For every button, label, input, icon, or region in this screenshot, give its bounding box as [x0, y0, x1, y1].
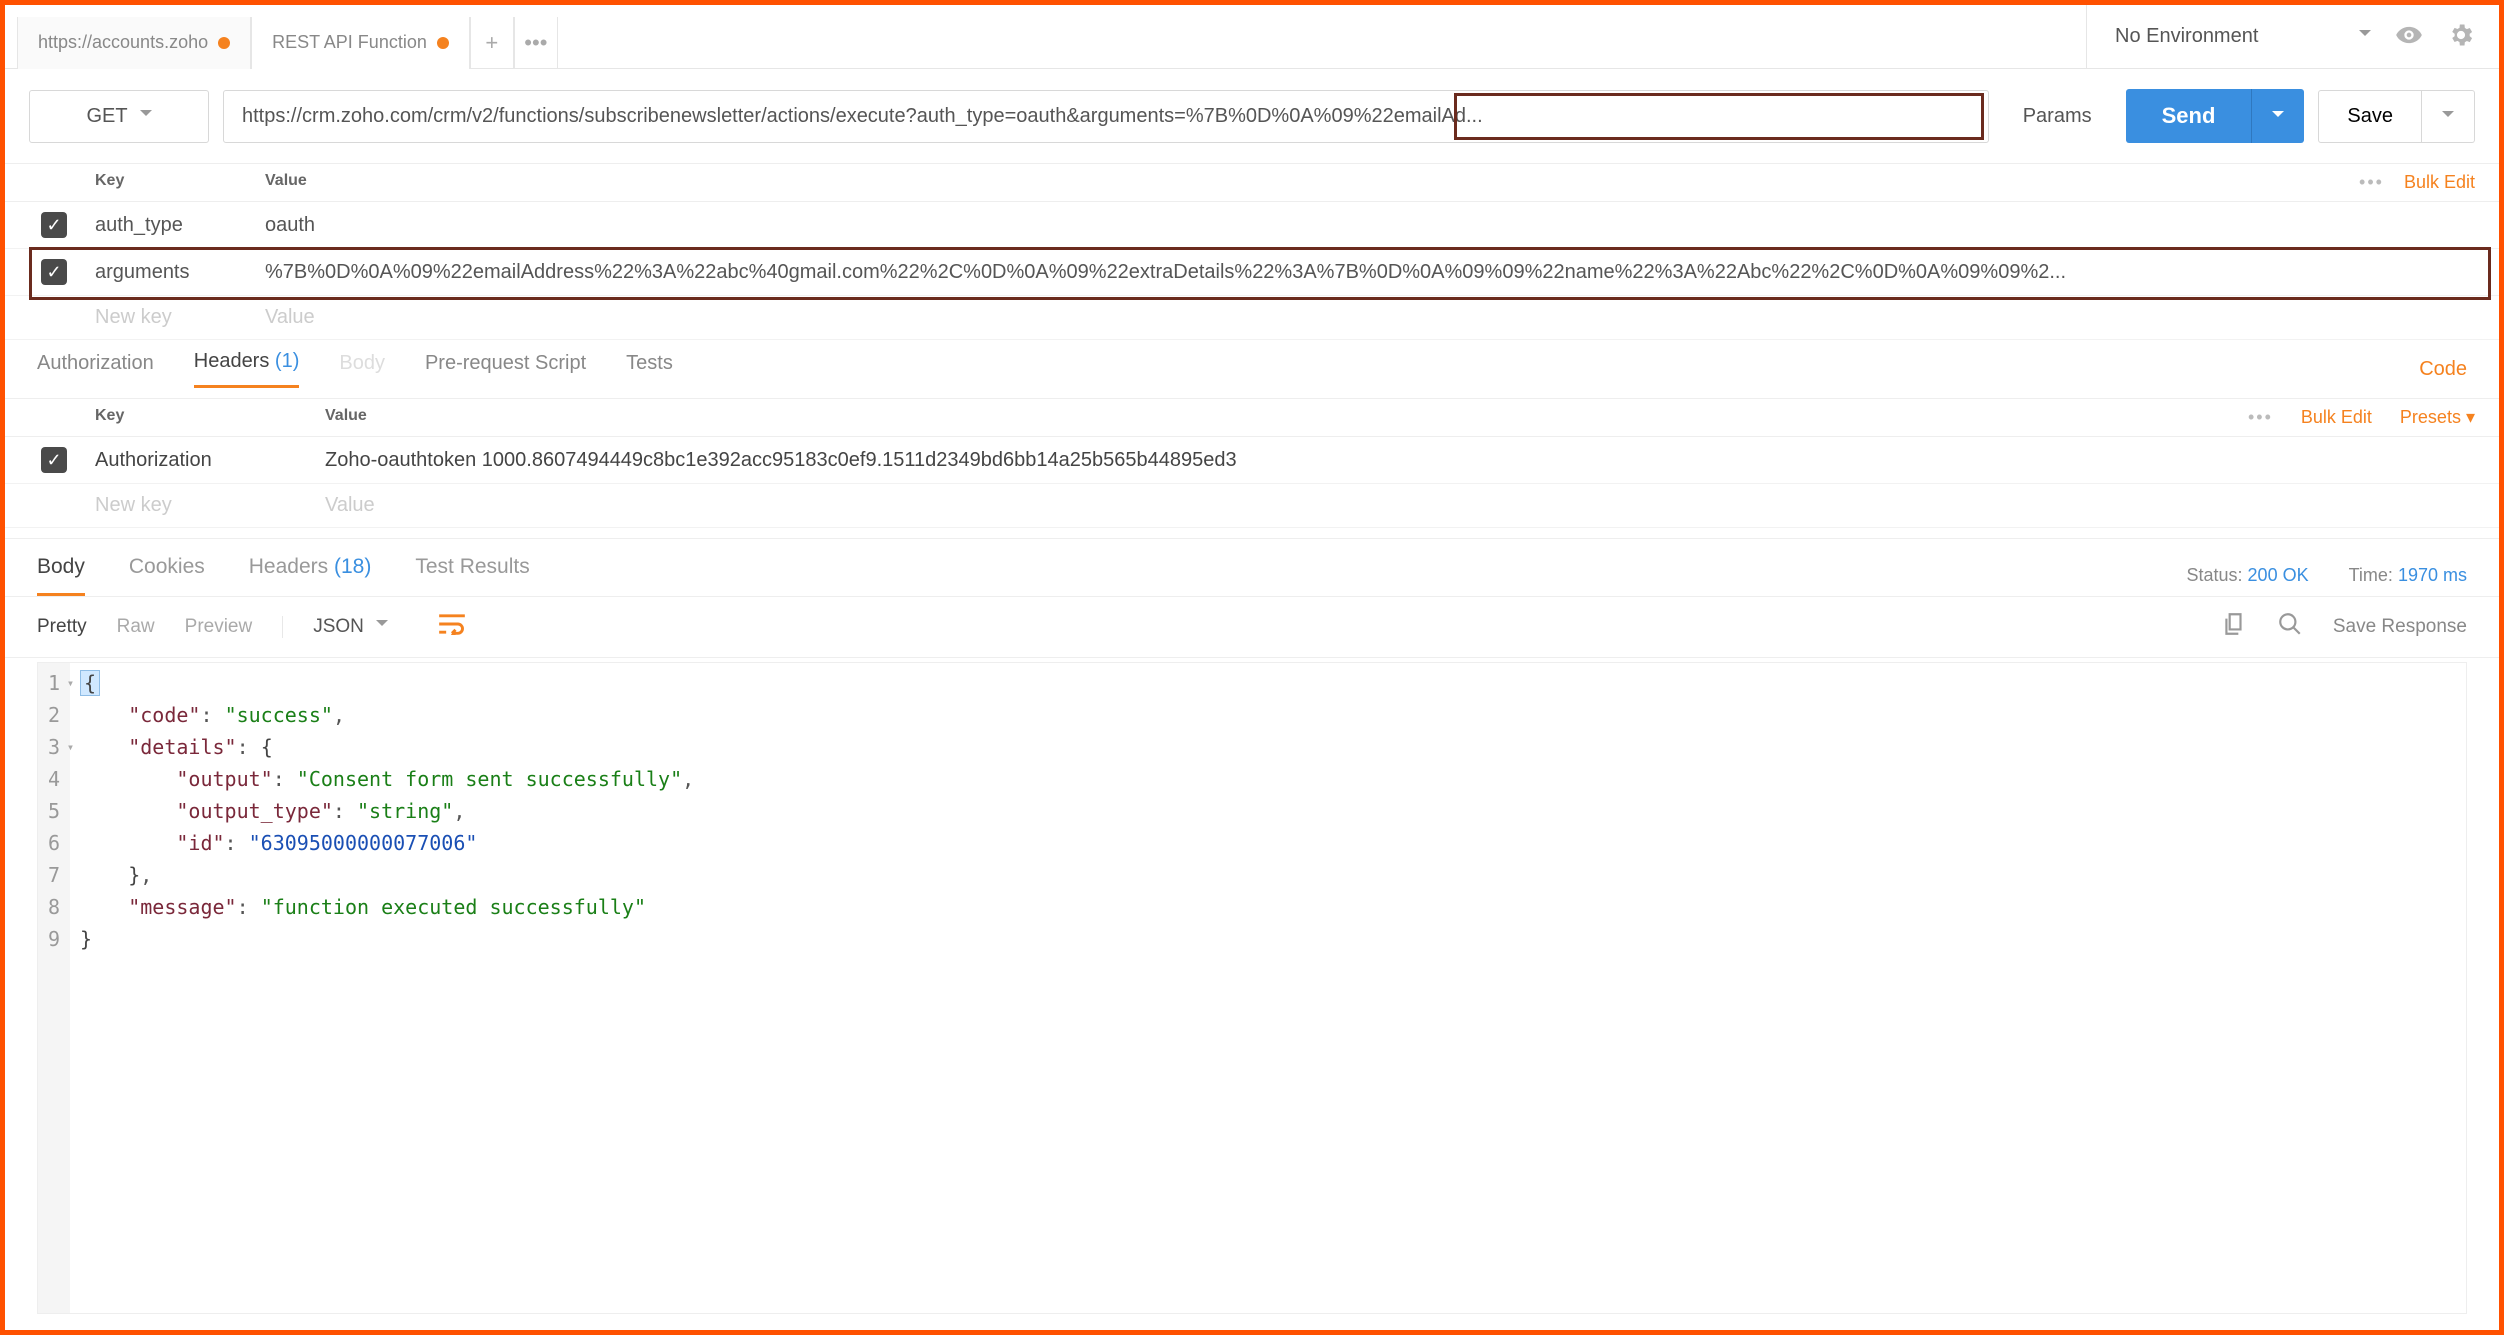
view-raw[interactable]: Raw — [117, 616, 155, 638]
time-value: 1970 ms — [2398, 565, 2467, 585]
time-display: Time: 1970 ms — [2349, 565, 2467, 586]
save-dropdown[interactable] — [2422, 90, 2475, 143]
unsaved-dot-icon — [218, 37, 230, 49]
unsaved-dot-icon — [437, 37, 449, 49]
tab-label: https://accounts.zoho — [38, 32, 208, 53]
eye-icon[interactable] — [2395, 21, 2423, 52]
tab-tests[interactable]: Tests — [626, 352, 673, 387]
tab-body[interactable]: Body — [339, 352, 385, 387]
bulk-edit-link[interactable]: Bulk Edit — [2404, 172, 2475, 193]
tab-label: Headers — [194, 350, 270, 372]
environment-select[interactable]: No Environment — [2115, 25, 2335, 48]
send-dropdown[interactable] — [2251, 89, 2304, 143]
param-row[interactable]: ✓ arguments %7B%0D%0A%09%22emailAddress%… — [5, 249, 2499, 296]
http-method-select[interactable]: GET — [29, 90, 209, 143]
param-value[interactable]: %7B%0D%0A%09%22emailAddress%22%3A%22abc%… — [265, 261, 2475, 284]
gear-icon[interactable] — [2447, 21, 2475, 52]
checkbox-checked-icon[interactable]: ✓ — [41, 212, 67, 238]
headers-more-icon[interactable]: ••• — [2248, 407, 2273, 428]
param-key[interactable]: arguments — [95, 261, 265, 284]
time-label: Time: — [2349, 565, 2393, 585]
resp-tab-headers[interactable]: Headers (18) — [249, 555, 372, 596]
params-col-value: Value — [265, 172, 2359, 193]
line-gutter: 1 2 3 4 5 6 7 8 9 — [38, 663, 70, 1313]
url-input[interactable]: https://crm.zoho.com/crm/v2/functions/su… — [223, 90, 1989, 143]
chevron-down-icon — [140, 105, 152, 128]
chevron-down-icon — [2272, 107, 2284, 126]
header-row[interactable]: ✓ Authorization Zoho-oauthtoken 1000.860… — [5, 437, 2499, 484]
code-content: { "code": "success", "details": { "outpu… — [70, 663, 704, 1313]
new-tab-button[interactable]: + — [470, 17, 514, 69]
param-value[interactable]: oauth — [265, 214, 2475, 237]
param-key-placeholder[interactable]: New key — [95, 306, 265, 329]
wrap-lines-icon[interactable] — [418, 613, 466, 641]
param-value-placeholder[interactable]: Value — [265, 306, 2475, 329]
header-key-placeholder[interactable]: New key — [95, 494, 325, 517]
param-row-new[interactable]: New key Value — [5, 296, 2499, 340]
tab-authorization[interactable]: Authorization — [37, 352, 154, 387]
save-response-link[interactable]: Save Response — [2333, 616, 2467, 638]
params-col-key: Key — [95, 172, 265, 193]
resp-headers-count: (18) — [334, 555, 371, 578]
status-display: Status: 200 OK — [2187, 565, 2309, 586]
chevron-down-icon — [376, 616, 388, 638]
view-preview[interactable]: Preview — [185, 616, 253, 638]
method-label: GET — [86, 105, 127, 128]
header-value[interactable]: Zoho-oauthtoken 1000.8607494449c8bc1e392… — [325, 449, 2475, 472]
header-row-new[interactable]: New key Value — [5, 484, 2499, 528]
status-label: Status: — [2187, 565, 2243, 585]
search-icon[interactable] — [2277, 611, 2303, 643]
annotation-highlight — [1454, 93, 1984, 140]
tab-prerequest[interactable]: Pre-request Script — [425, 352, 586, 387]
param-key[interactable]: auth_type — [95, 214, 265, 237]
params-toggle[interactable]: Params — [2003, 105, 2112, 128]
presets-link[interactable]: Presets ▾ — [2400, 407, 2475, 428]
param-row[interactable]: ✓ auth_type oauth — [5, 202, 2499, 249]
status-value: 200 OK — [2248, 565, 2309, 585]
params-more-icon[interactable]: ••• — [2359, 172, 2384, 193]
headers-col-key: Key — [95, 407, 325, 428]
format-select[interactable]: JSON — [282, 616, 388, 638]
resp-tab-cookies[interactable]: Cookies — [129, 555, 205, 596]
checkbox-checked-icon[interactable]: ✓ — [41, 447, 67, 473]
header-value-placeholder[interactable]: Value — [325, 494, 2475, 517]
resp-tab-tests[interactable]: Test Results — [415, 555, 529, 596]
tab-label: REST API Function — [272, 32, 427, 53]
copy-icon[interactable] — [2221, 611, 2247, 643]
chevron-down-icon[interactable] — [2359, 26, 2371, 47]
response-body-viewer[interactable]: 1 2 3 4 5 6 7 8 9 { "code": "success", "… — [37, 662, 2467, 1314]
headers-col-value: Value — [325, 407, 2248, 428]
checkbox-checked-icon[interactable]: ✓ — [41, 259, 67, 285]
presets-label: Presets — [2400, 407, 2461, 427]
chevron-down-icon — [2442, 107, 2454, 126]
resp-tab-body[interactable]: Body — [37, 555, 85, 596]
view-pretty[interactable]: Pretty — [37, 616, 87, 638]
header-key[interactable]: Authorization — [95, 449, 325, 472]
save-button[interactable]: Save — [2318, 90, 2422, 143]
tab-headers[interactable]: Headers (1) — [194, 350, 300, 388]
url-text: https://crm.zoho.com/crm/v2/functions/su… — [242, 105, 1483, 127]
tab-label: Headers — [249, 555, 328, 578]
bulk-edit-link[interactable]: Bulk Edit — [2301, 407, 2372, 428]
tab-overflow-button[interactable]: ••• — [514, 17, 558, 69]
send-button[interactable]: Send — [2126, 89, 2252, 143]
request-tab-2[interactable]: REST API Function — [251, 17, 470, 69]
generate-code-link[interactable]: Code — [2419, 358, 2467, 381]
headers-count: (1) — [275, 350, 299, 372]
format-label: JSON — [313, 616, 364, 638]
request-tab-1[interactable]: https://accounts.zoho — [17, 17, 251, 69]
